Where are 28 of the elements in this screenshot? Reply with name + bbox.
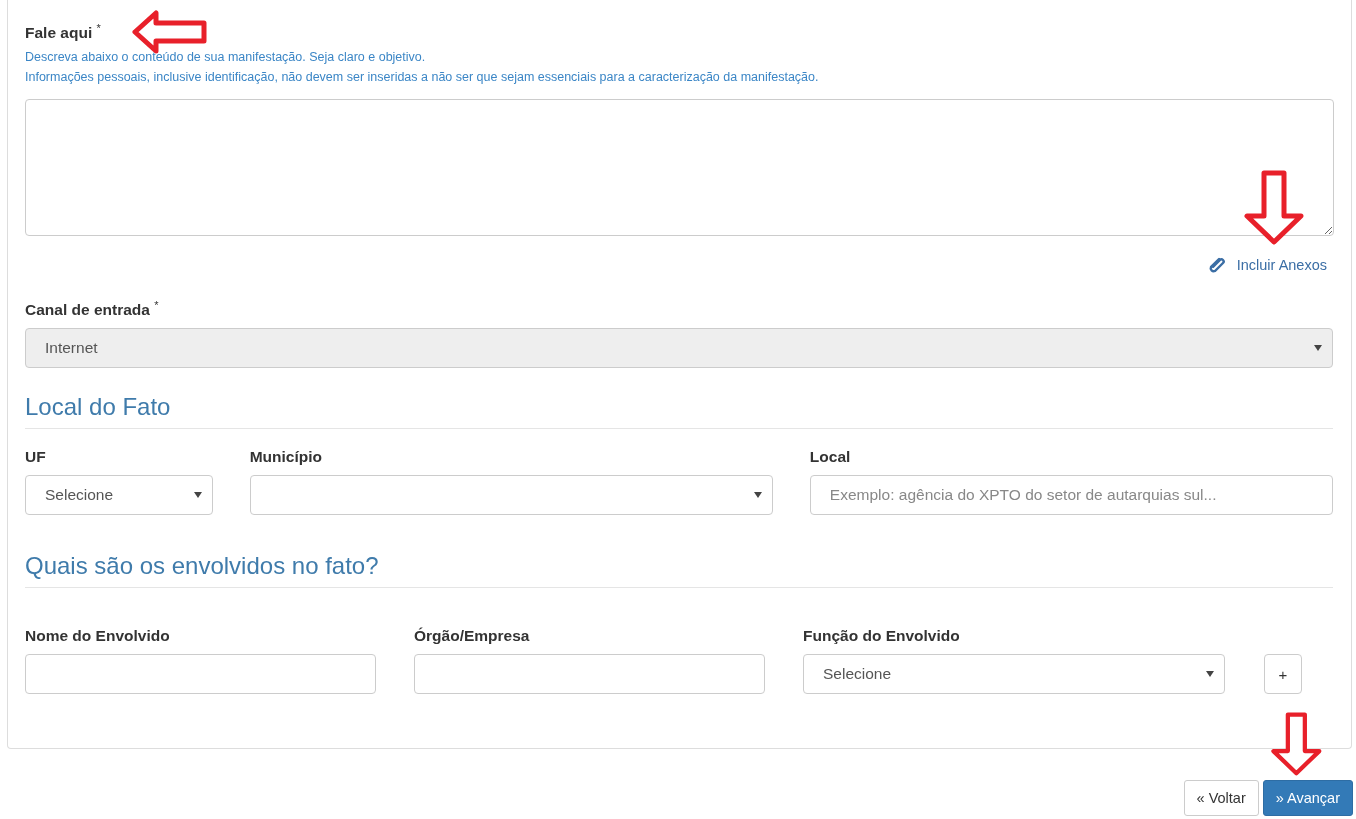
- field-label: Local: [809, 447, 851, 468]
- input-field[interactable]: Exemplo: agência do XPTO do setor de autarquias sul...: [809, 475, 1333, 516]
- section-heading: Local do Fato: [25, 392, 1333, 430]
- select-field[interactable]: [249, 475, 773, 516]
- message-textarea[interactable]: [25, 99, 1334, 237]
- input-field[interactable]: [25, 654, 376, 695]
- field-label: UF: [25, 447, 46, 468]
- field-label: Município: [249, 447, 323, 468]
- caret-icon: [753, 492, 762, 499]
- field-label: Canal de entrada $^{*}$: [25, 298, 159, 321]
- help-text: Informações pessoais, inclusive identificação, não devem ser inseridas a não ser que sejam essenciais para a caracterização da manifestação.: [25, 69, 820, 87]
- caret-icon: [1206, 671, 1214, 678]
- field-label: Fale aqui $^{*}$: [25, 21, 101, 44]
- field-label: Função do Envolvido: [803, 626, 960, 647]
- annotation-arrow: [1270, 712, 1323, 777]
- caret-icon: [193, 492, 202, 499]
- caret-icon: [1314, 345, 1322, 352]
- field-label: Nome do Envolvido: [25, 626, 170, 647]
- field-label: Órgão/Empresa: [414, 626, 530, 647]
- add-button[interactable]: +: [1264, 654, 1302, 695]
- next-button[interactable]: » Avançar: [1262, 780, 1353, 816]
- attach-link[interactable]: Incluir Anexos: [1236, 257, 1327, 274]
- help-text: Descreva abaixo o conteúdo de sua manifestação. Seja claro e objetivo.: [25, 49, 427, 67]
- select-field[interactable]: Selecione: [25, 475, 213, 516]
- section-heading: Quais são os envolvidos no fato?: [25, 551, 1333, 589]
- input-field[interactable]: [414, 654, 765, 695]
- select-field[interactable]: Selecione: [803, 654, 1225, 695]
- back-button[interactable]: « Voltar: [1183, 780, 1259, 816]
